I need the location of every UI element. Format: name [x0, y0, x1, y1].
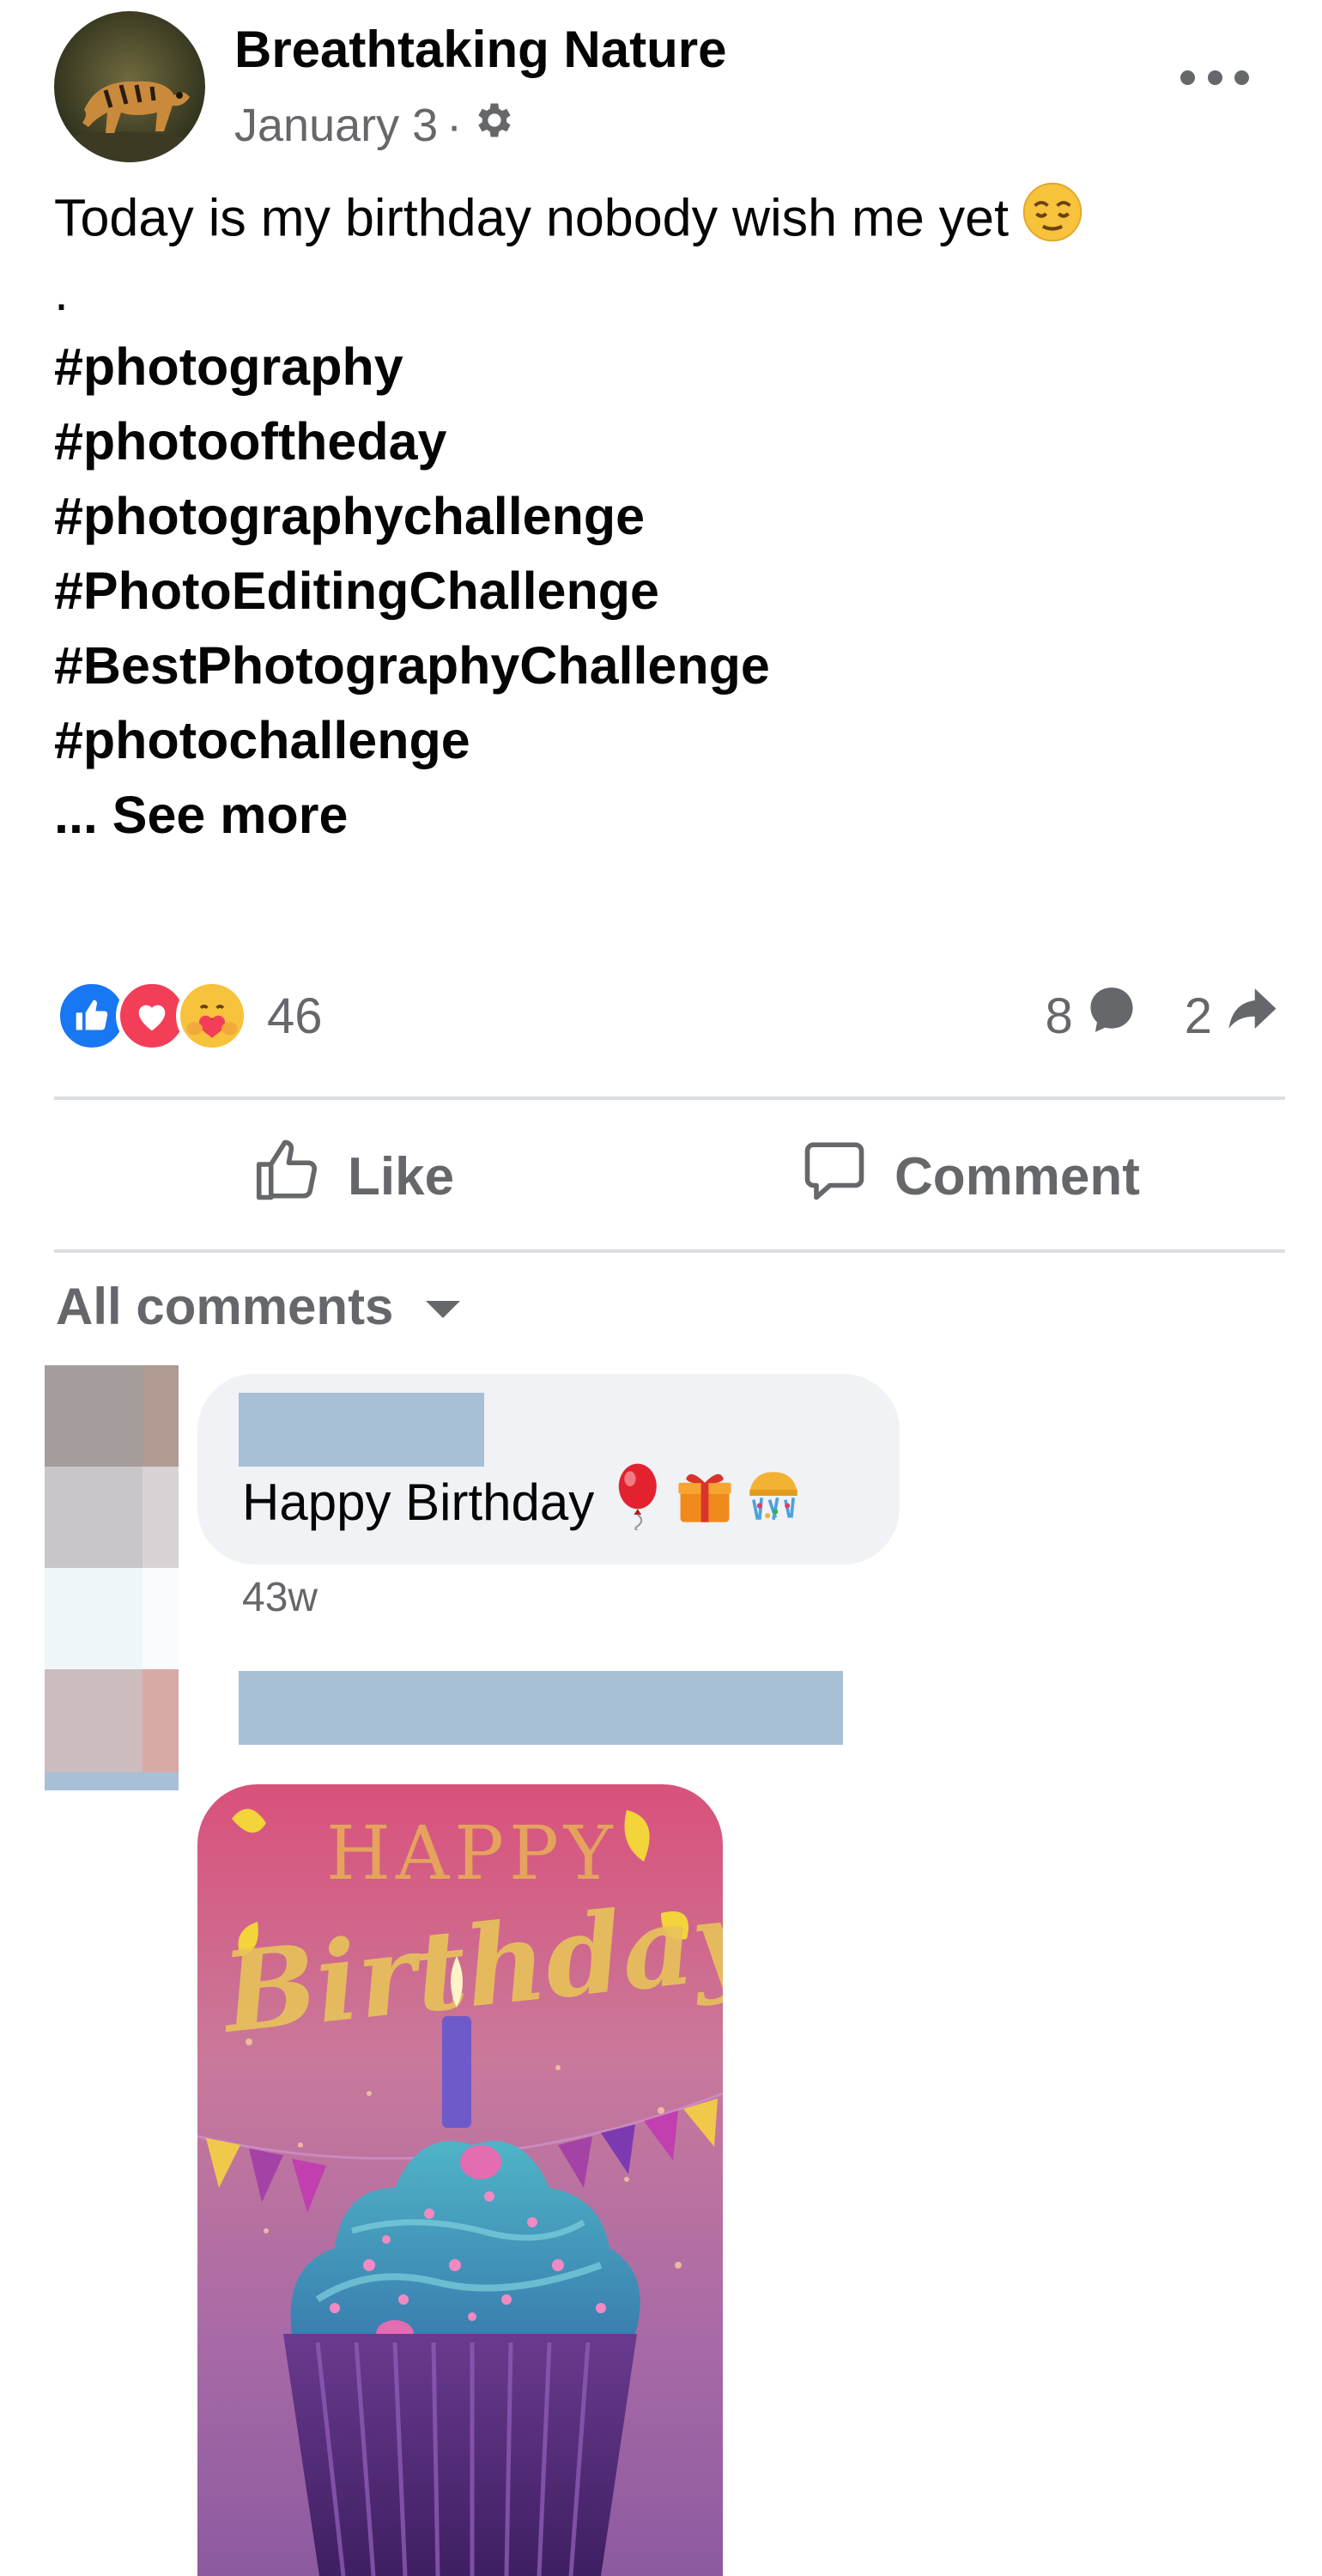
- hashtag[interactable]: #photographychallenge: [54, 479, 1273, 554]
- reaction-count: 46: [267, 987, 323, 1044]
- divider: [54, 1249, 1285, 1253]
- comment-icon: [798, 1134, 870, 1219]
- page-name[interactable]: Breathtaking Nature: [234, 17, 726, 82]
- birthday-cupcake-image[interactable]: HAPPY Birthday: [197, 1784, 723, 2576]
- confetti-emoji: [742, 1464, 805, 1540]
- hashtag[interactable]: #PhotoEditingChallenge: [54, 554, 1273, 629]
- comment-button[interactable]: Comment: [798, 1129, 1140, 1224]
- post-text: Today is my birthday nobody wish me yet …: [54, 180, 1273, 853]
- comments-count[interactable]: 8: [1045, 983, 1137, 1048]
- hashtag[interactable]: #photooftheday: [54, 404, 1273, 479]
- hashtag[interactable]: #photochallenge: [54, 703, 1273, 778]
- balloon-emoji: [611, 1461, 668, 1542]
- thumbs-up-icon: [252, 1134, 324, 1219]
- meta-separator: ·: [446, 100, 463, 151]
- care-reaction-icon: [176, 980, 248, 1052]
- redacted-commenter-name[interactable]: [239, 1671, 843, 1745]
- like-button[interactable]: Like: [252, 1129, 454, 1224]
- comment-timestamp[interactable]: 43w: [242, 1568, 318, 1628]
- commenter-avatar-blurred[interactable]: [45, 1365, 179, 1790]
- hashtag[interactable]: #BestPhotographyChallenge: [54, 629, 1273, 703]
- reactions-summary[interactable]: 46: [56, 977, 323, 1054]
- like-label: Like: [348, 1146, 455, 1206]
- page-avatar[interactable]: [54, 11, 205, 162]
- hashtag[interactable]: #photography: [54, 330, 1273, 404]
- more-horizontal-icon: [1180, 70, 1195, 85]
- post-date[interactable]: January 3: [234, 99, 438, 152]
- divider: [54, 1097, 1285, 1100]
- see-more-link[interactable]: ... See more: [54, 778, 1273, 853]
- gear-icon: [470, 98, 515, 154]
- share-arrow-icon: [1224, 981, 1281, 1050]
- post-meta: January 3 ·: [234, 93, 515, 158]
- comments-filter-dropdown[interactable]: All comments: [56, 1267, 461, 1345]
- post-text-dot: .: [54, 263, 69, 321]
- gift-emoji: [675, 1466, 735, 1538]
- caret-down-icon: [426, 1301, 461, 1318]
- redacted-commenter-name[interactable]: [239, 1393, 484, 1467]
- comment-text: Happy Birthday: [242, 1463, 805, 1540]
- svg-text:HAPPY: HAPPY: [326, 1811, 618, 1897]
- relieved-face-emoji: [1021, 180, 1084, 264]
- comment-bubble-icon: [1085, 983, 1138, 1048]
- engagement-counts: 8 2: [1010, 977, 1281, 1054]
- more-options-button[interactable]: [1180, 52, 1249, 103]
- post-text-line: Today is my birthday nobody wish me yet: [54, 180, 1273, 255]
- comments-filter-label: All comments: [56, 1277, 394, 1335]
- shares-count[interactable]: 2: [1185, 981, 1281, 1050]
- comment-label: Comment: [894, 1146, 1140, 1206]
